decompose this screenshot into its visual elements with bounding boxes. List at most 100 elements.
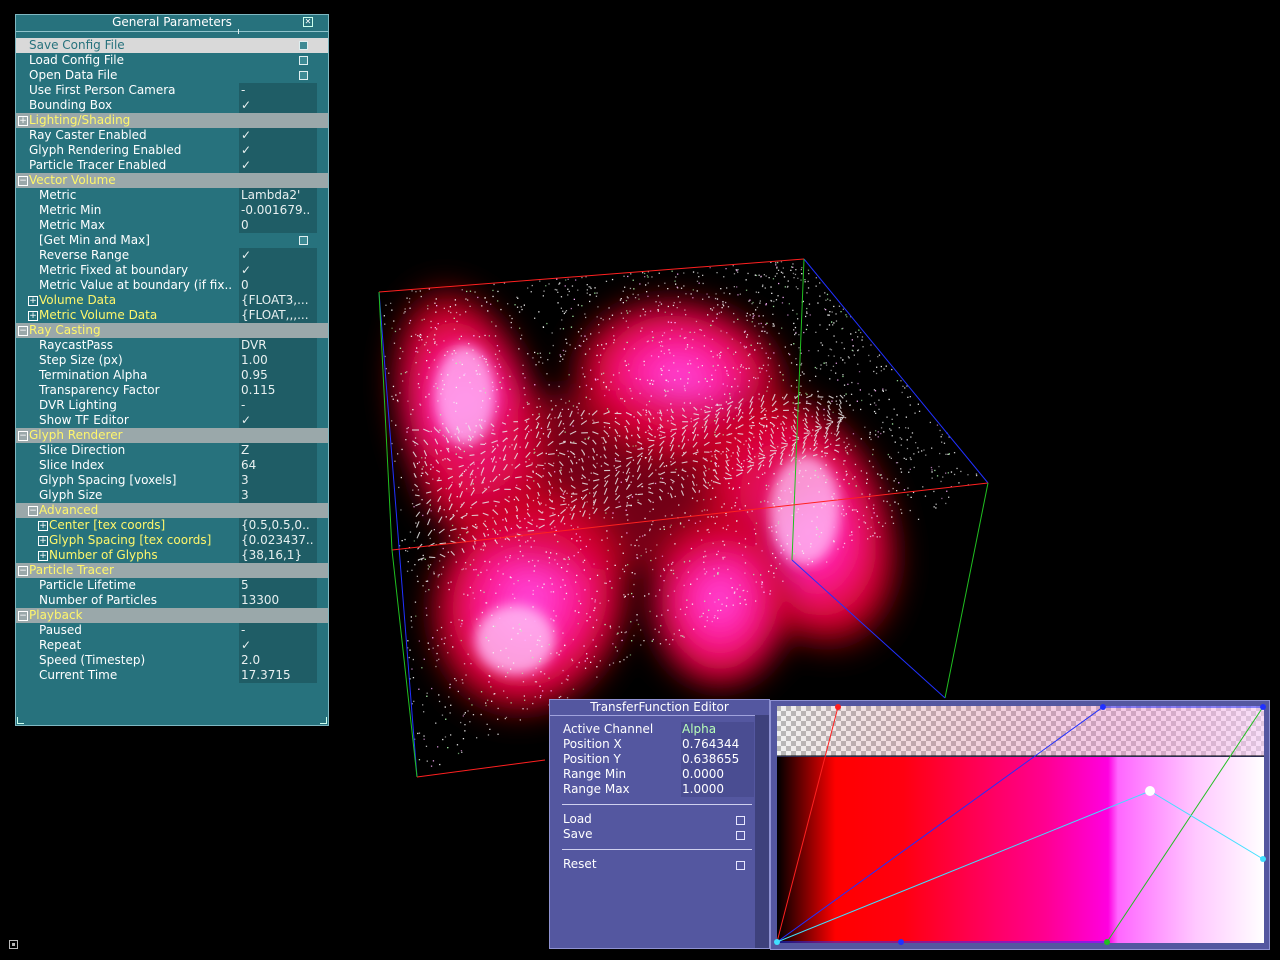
resize-corner-icon[interactable] bbox=[17, 717, 24, 724]
alpha-control-point-selected[interactable] bbox=[1145, 786, 1155, 796]
check-icon[interactable]: ✓ bbox=[239, 413, 317, 428]
check-icon[interactable]: ✓ bbox=[239, 158, 317, 173]
check-icon[interactable]: ✓ bbox=[239, 128, 317, 143]
green-control-point[interactable] bbox=[1104, 939, 1110, 945]
speed-field[interactable]: Speed (Timestep) 2.0 bbox=[16, 653, 328, 668]
group-ray-casting[interactable]: − Ray Casting bbox=[16, 323, 328, 338]
transfer-function-canvas[interactable] bbox=[770, 700, 1270, 950]
glyph-size-field[interactable]: Glyph Size 3 bbox=[16, 488, 328, 503]
minimize-icon[interactable]: ✕ bbox=[303, 17, 313, 27]
glyph-spacing-voxels-field[interactable]: Glyph Spacing [voxels] 3 bbox=[16, 473, 328, 488]
resize-corner-icon[interactable] bbox=[320, 717, 327, 724]
group-volume-data[interactable]: + Volume Data {FLOAT3,... bbox=[16, 293, 328, 308]
metric-min-field[interactable]: Metric Min -0.001679.. bbox=[16, 203, 328, 218]
step-size-field[interactable]: Step Size (px) 1.00 bbox=[16, 353, 328, 368]
active-channel-label: Active Channel bbox=[563, 722, 654, 736]
paused-toggle[interactable]: Paused - bbox=[16, 623, 328, 638]
transfer-function-editor-panel[interactable]: TransferFunction Editor Active Channel A… bbox=[549, 699, 770, 949]
active-channel-value[interactable]: Alpha bbox=[681, 722, 754, 737]
load-config-button[interactable]: Load Config File bbox=[16, 53, 328, 68]
load-button[interactable]: Load bbox=[563, 812, 592, 827]
color-gradient bbox=[777, 757, 1264, 943]
check-icon[interactable]: ✓ bbox=[239, 248, 317, 263]
check-icon[interactable]: ✓ bbox=[239, 263, 317, 278]
expand-icon[interactable]: + bbox=[38, 551, 48, 561]
position-y-value[interactable]: 0.638655 bbox=[681, 752, 754, 767]
particle-lifetime-field[interactable]: Particle Lifetime 5 bbox=[16, 578, 328, 593]
blue-control-point[interactable] bbox=[1260, 704, 1266, 710]
general-parameters-panel[interactable]: General Parameters ✕ Save Config File Lo… bbox=[15, 14, 329, 726]
button-box-icon[interactable] bbox=[299, 56, 308, 65]
range-min-value[interactable]: 0.0000 bbox=[681, 767, 754, 782]
get-min-max-button[interactable]: [Get Min and Max] bbox=[16, 233, 328, 248]
group-glyph-renderer[interactable]: − Glyph Renderer bbox=[16, 428, 328, 443]
range-max-label: Range Max bbox=[563, 782, 630, 796]
number-of-particles-field[interactable]: Number of Particles 13300 bbox=[16, 593, 328, 608]
group-playback[interactable]: − Playback bbox=[16, 608, 328, 623]
bounding-box-toggle[interactable]: Bounding Box ✓ bbox=[16, 98, 328, 113]
raycast-pass-field[interactable]: RaycastPass DVR bbox=[16, 338, 328, 353]
collapse-icon[interactable]: − bbox=[18, 326, 28, 336]
group-number-of-glyphs[interactable]: + Number of Glyphs {38,16,1} bbox=[16, 548, 328, 563]
tf-plot[interactable] bbox=[771, 701, 1269, 949]
open-data-button[interactable]: Open Data File bbox=[16, 68, 328, 83]
collapse-icon[interactable]: − bbox=[18, 611, 28, 621]
expand-icon[interactable]: + bbox=[28, 311, 38, 321]
button-box-icon[interactable] bbox=[299, 71, 308, 80]
check-icon[interactable]: ✓ bbox=[239, 98, 317, 113]
group-center[interactable]: + Center [tex coords] {0.5,0.5,0.. bbox=[16, 518, 328, 533]
expand-icon[interactable]: + bbox=[28, 296, 38, 306]
slice-index-field[interactable]: Slice Index 64 bbox=[16, 458, 328, 473]
button-box-icon[interactable] bbox=[299, 41, 308, 50]
save-box-icon[interactable] bbox=[736, 831, 745, 840]
button-box-icon[interactable] bbox=[299, 236, 308, 245]
collapse-icon[interactable]: − bbox=[18, 431, 28, 441]
tf-scrollbar[interactable] bbox=[755, 715, 769, 948]
slice-direction-field[interactable]: Slice Direction Z bbox=[16, 443, 328, 458]
save-config-button[interactable]: Save Config File bbox=[16, 38, 328, 53]
dvr-lighting-toggle[interactable]: DVR Lighting - bbox=[16, 398, 328, 413]
group-particle-tracer[interactable]: − Particle Tracer bbox=[16, 563, 328, 578]
group-lighting[interactable]: + Lighting/Shading bbox=[16, 113, 328, 128]
collapse-icon[interactable]: − bbox=[28, 506, 38, 516]
glyph-rendering-toggle[interactable]: Glyph Rendering Enabled ✓ bbox=[16, 143, 328, 158]
current-time-field[interactable]: Current Time 17.3715 bbox=[16, 668, 328, 683]
alpha-control-point[interactable] bbox=[1260, 856, 1266, 862]
repeat-toggle[interactable]: Repeat ✓ bbox=[16, 638, 328, 653]
group-advanced[interactable]: − Advanced bbox=[16, 503, 328, 518]
alpha-control-point[interactable] bbox=[774, 939, 780, 945]
ray-caster-toggle[interactable]: Ray Caster Enabled ✓ bbox=[16, 128, 328, 143]
termination-alpha-field[interactable]: Termination Alpha 0.95 bbox=[16, 368, 328, 383]
group-glyph-spacing-tex[interactable]: + Glyph Spacing [tex coords] {0.023437.. bbox=[16, 533, 328, 548]
expand-icon[interactable]: + bbox=[38, 536, 48, 546]
check-icon[interactable]: ✓ bbox=[239, 638, 317, 653]
transparency-field[interactable]: Transparency Factor 0.115 bbox=[16, 383, 328, 398]
particle-tracer-toggle[interactable]: Particle Tracer Enabled ✓ bbox=[16, 158, 328, 173]
load-box-icon[interactable] bbox=[736, 816, 745, 825]
metric-max-field[interactable]: Metric Max 0 bbox=[16, 218, 328, 233]
first-person-toggle[interactable]: Use First Person Camera - bbox=[16, 83, 328, 98]
status-corner-icon[interactable]: ▪ bbox=[9, 940, 18, 949]
reset-box-icon[interactable] bbox=[736, 861, 745, 870]
metric-value-boundary-field[interactable]: Metric Value at boundary (if fix.. 0 bbox=[16, 278, 328, 293]
check-icon[interactable]: ✓ bbox=[239, 143, 317, 158]
metric-fixed-toggle[interactable]: Metric Fixed at boundary ✓ bbox=[16, 263, 328, 278]
blue-control-point[interactable] bbox=[1100, 704, 1106, 710]
reverse-range-toggle[interactable]: Reverse Range ✓ bbox=[16, 248, 328, 263]
panel-title-bar[interactable]: General Parameters ✕ bbox=[16, 15, 328, 32]
expand-icon[interactable]: + bbox=[38, 521, 48, 531]
collapse-icon[interactable]: − bbox=[18, 176, 28, 186]
metric-field[interactable]: Metric Lambda2' bbox=[16, 188, 328, 203]
save-button[interactable]: Save bbox=[563, 827, 592, 842]
panel-title: General Parameters bbox=[112, 15, 232, 29]
collapse-icon[interactable]: − bbox=[18, 566, 28, 576]
blue-control-point[interactable] bbox=[898, 939, 904, 945]
show-tf-editor-toggle[interactable]: Show TF Editor ✓ bbox=[16, 413, 328, 428]
range-max-value[interactable]: 1.0000 bbox=[681, 782, 754, 797]
reset-button[interactable]: Reset bbox=[563, 857, 597, 872]
position-x-value[interactable]: 0.764344 bbox=[681, 737, 754, 752]
expand-icon[interactable]: + bbox=[18, 116, 28, 126]
red-control-point[interactable] bbox=[835, 704, 841, 710]
group-vector-volume[interactable]: − Vector Volume bbox=[16, 173, 328, 188]
group-metric-volume-data[interactable]: + Metric Volume Data {FLOAT,,,... bbox=[16, 308, 328, 323]
